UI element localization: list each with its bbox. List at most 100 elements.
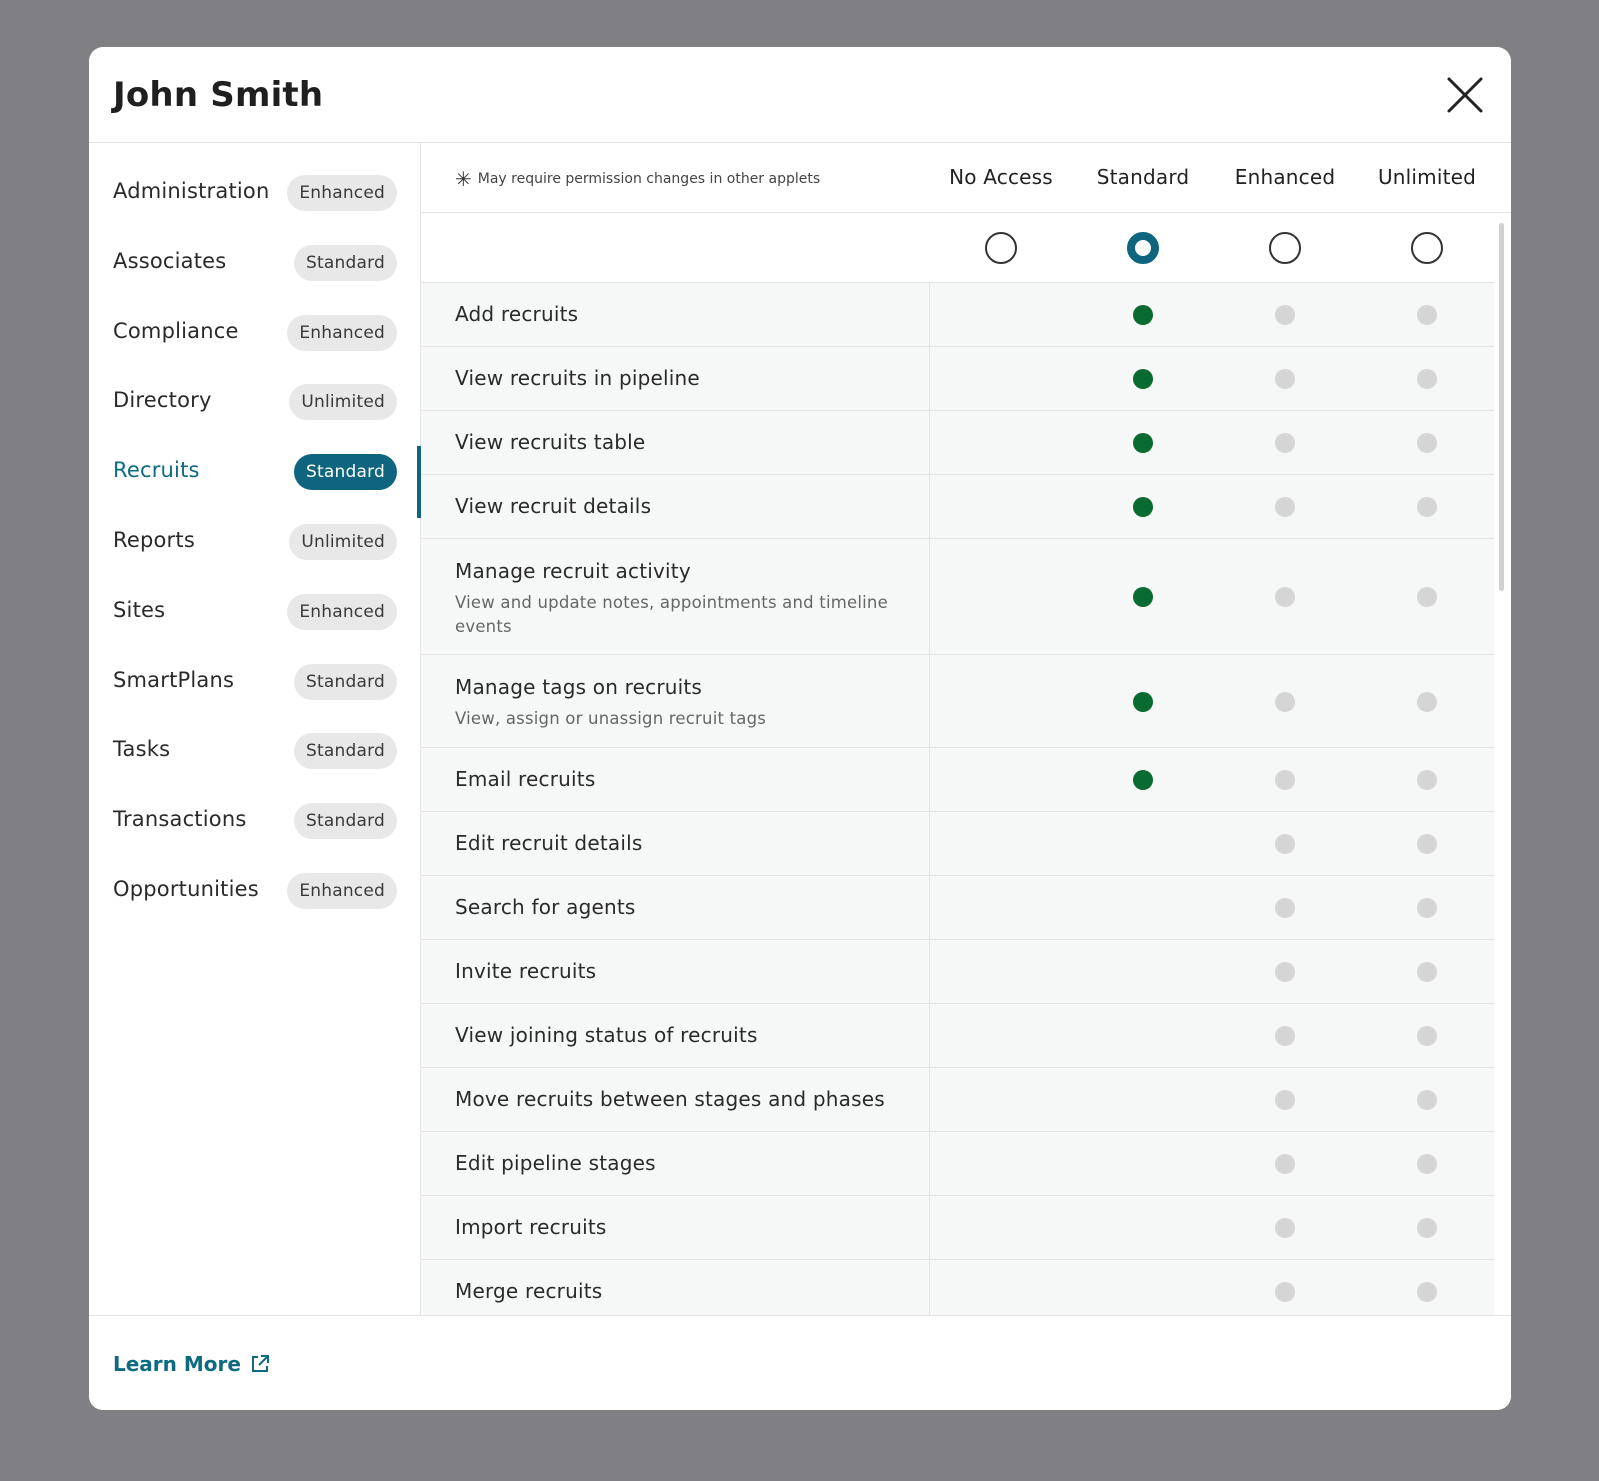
enhanced-dot [1275,1218,1295,1238]
sidebar-item-compliance[interactable]: Compliance Enhanced [89,297,421,368]
row-divider [929,940,930,1003]
permission-rows: Add recruits View recruits in pipeline Vie… [421,283,1494,1315]
permission-title: Edit pipeline stages [455,1151,656,1175]
sidebar-item-smartplans[interactable]: SmartPlans Standard [89,646,421,717]
standard-granted-dot [1133,497,1153,517]
applet-sidebar: Administration Enhanced Associates Standard… [89,143,422,1315]
sidebar-item-associates[interactable]: Associates Standard [89,227,421,298]
permission-level-badge: Standard [294,454,397,491]
enhanced-dot [1275,369,1295,389]
permission-note: ✳ May require permission changes in other… [455,167,820,191]
permission-row: Move recruits between stages and phases [421,1068,1494,1132]
row-divider [929,812,930,875]
unlimited-dot [1417,962,1437,982]
sidebar-item-label: Directory [113,388,212,413]
permission-title: Invite recruits [455,959,597,983]
radio-no-access[interactable] [985,232,1017,264]
modal-header: John Smith [89,47,1511,143]
permission-level-badge: Standard [294,733,397,770]
row-divider [929,1260,930,1315]
asterisk-icon: ✳ [455,167,472,191]
permission-row: Manage recruit activity View and update n… [421,539,1494,655]
permission-title: Add recruits [455,302,579,326]
sidebar-item-administration[interactable]: Administration Enhanced [89,157,421,228]
permission-row: Email recruits [421,748,1494,812]
sidebar-item-sites[interactable]: Sites Enhanced [89,576,421,647]
standard-granted-dot [1133,587,1153,607]
permission-note-text: May require permission changes in other … [477,171,821,187]
radio-standard[interactable] [1127,232,1159,264]
enhanced-dot [1275,691,1295,712]
row-divider [929,655,930,747]
unlimited-dot [1417,587,1437,607]
standard-granted-dot [1133,369,1153,389]
standard-granted-dot [1133,770,1153,790]
sidebar-item-tasks[interactable]: Tasks Standard [89,715,421,786]
permission-row: Add recruits [421,283,1494,347]
sidebar-item-recruits[interactable]: Recruits Standard [89,436,422,519]
enhanced-dot [1275,834,1295,854]
enhanced-dot [1275,497,1295,517]
row-divider [929,475,930,538]
sidebar-item-label: Tasks [113,737,171,762]
permission-level-badge: Enhanced [287,314,397,351]
sidebar-item-label: Opportunities [113,877,259,901]
radio-unlimited[interactable] [1411,232,1443,264]
permission-level-badge: Unlimited [289,524,397,560]
scrollbar-thumb[interactable] [1499,223,1504,591]
close-button[interactable] [1443,73,1487,117]
permission-column-header: ✳ May require permission changes in other… [421,143,1511,213]
column-no-access: No Access [949,165,1053,189]
permission-title: Import recruits [455,1215,607,1239]
permission-level-badge: Enhanced [287,873,397,909]
enhanced-dot [1275,770,1295,790]
enhanced-dot [1275,1026,1295,1046]
row-divider [929,748,930,811]
unlimited-dot [1417,1282,1437,1302]
external-link-icon [251,1355,269,1372]
row-divider [929,1132,930,1195]
permission-row: Manage tags on recruits View, assign or u… [421,655,1494,748]
unlimited-dot [1417,1090,1437,1110]
permission-row: View recruits in pipeline [421,347,1494,411]
permission-level-badge: Enhanced [287,175,397,211]
radio-enhanced[interactable] [1269,232,1301,264]
unlimited-dot [1417,834,1437,854]
unlimited-dot [1417,691,1437,712]
sidebar-item-transactions[interactable]: Transactions Standard [89,785,421,856]
permission-row: Import recruits [421,1196,1494,1260]
unlimited-dot [1417,433,1437,453]
sidebar-item-directory[interactable]: Directory Unlimited [89,366,421,437]
permission-level-badge: Enhanced [287,593,397,630]
enhanced-dot [1275,962,1295,982]
sidebar-item-opportunities[interactable]: Opportunities Enhanced [89,855,421,926]
row-divider [929,876,930,939]
permission-title: Edit recruit details [455,831,643,855]
unlimited-dot [1417,1154,1437,1174]
permission-row: View recruit details [421,475,1494,539]
sidebar-item-label: Transactions [113,807,247,832]
learn-more-label: Learn More [113,1352,241,1376]
permission-row: Invite recruits [421,940,1494,1004]
standard-granted-dot [1133,691,1153,712]
enhanced-dot [1275,1090,1295,1110]
enhanced-dot [1275,1282,1295,1302]
enhanced-dot [1275,1154,1295,1174]
standard-granted-dot [1133,433,1153,453]
sidebar-item-label: Compliance [113,318,239,343]
column-enhanced: Enhanced [1234,165,1336,189]
permission-level-badge: Standard [294,244,397,281]
learn-more-link[interactable]: Learn More [113,1352,271,1376]
permission-row: Edit pipeline stages [421,1132,1494,1196]
column-unlimited: Unlimited [1377,165,1477,189]
enhanced-dot [1275,587,1295,607]
unlimited-dot [1417,369,1437,389]
permission-title: View recruit details [455,494,652,518]
modal-title: John Smith [113,75,324,115]
permission-row: View recruits table [421,411,1494,475]
sidebar-item-reports[interactable]: Reports Unlimited [89,506,421,577]
unlimited-dot [1417,497,1437,517]
permission-row: Merge recruits [421,1260,1494,1315]
permission-description: View, assign or unassign recruit tags [455,709,767,728]
sidebar-item-label: Recruits [113,458,200,483]
